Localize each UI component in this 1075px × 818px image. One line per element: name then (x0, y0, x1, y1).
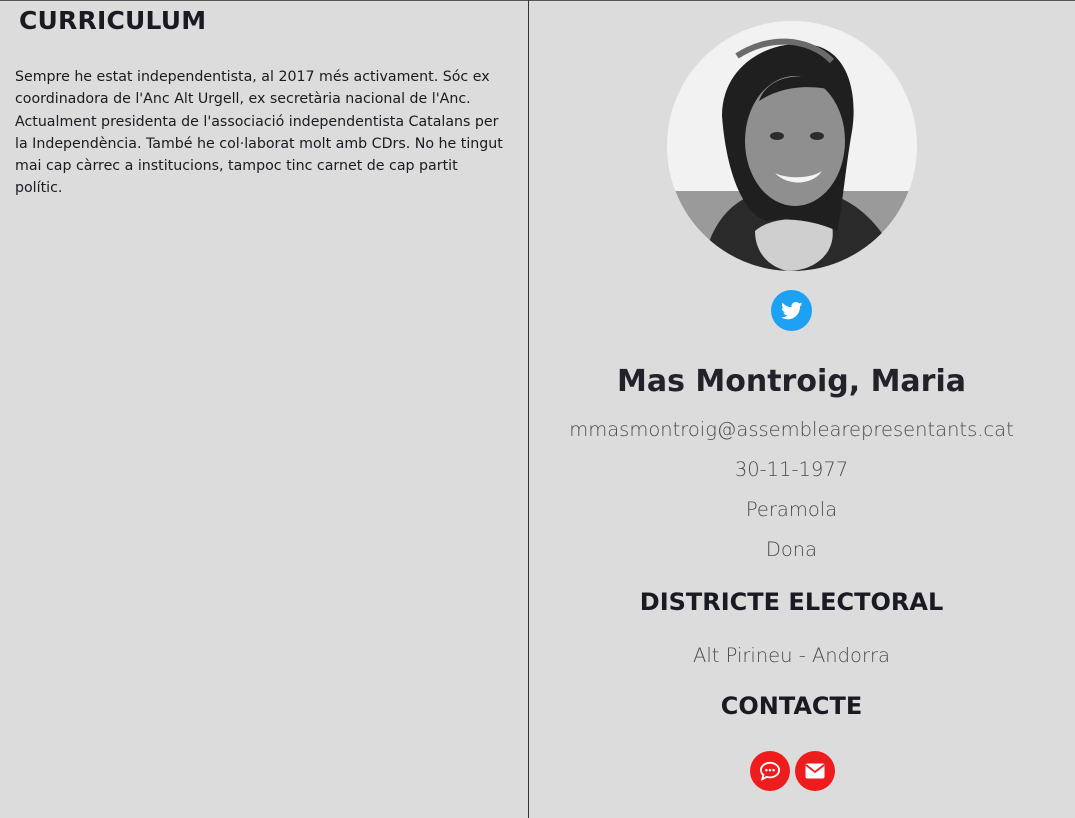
profile-panel: Mas Montroig, Maria mmasmontroig@assembl… (530, 0, 1075, 818)
contact-title: CONTACTE (720, 692, 863, 720)
email-text: mmasmontroig@assemblearepresentants.cat (569, 418, 1014, 441)
district-title: DISTRICTE ELECTORAL (639, 588, 944, 616)
twitter-button[interactable] (771, 290, 812, 331)
curriculum-text: Sempre he estat independentista, al 2017… (15, 69, 503, 197)
chat-icon (759, 761, 781, 781)
twitter-icon (780, 301, 802, 319)
district-value: Alt Pirineu - Andorra (693, 644, 890, 667)
profile-photo (667, 21, 917, 271)
portrait-image (667, 21, 917, 271)
gender-text: Dona (765, 538, 818, 561)
birthdate-text: 30-11-1977 (734, 458, 849, 481)
mail-icon (805, 763, 825, 779)
chat-button[interactable] (750, 751, 790, 791)
mail-button[interactable] (795, 751, 835, 791)
curriculum-title: CURRICULUM (19, 6, 207, 35)
town-text: Peramola (745, 498, 838, 521)
candidate-name: Mas Montroig, Maria (617, 364, 966, 399)
curriculum-panel: CURRICULUM Sempre he estat independentis… (0, 0, 529, 818)
